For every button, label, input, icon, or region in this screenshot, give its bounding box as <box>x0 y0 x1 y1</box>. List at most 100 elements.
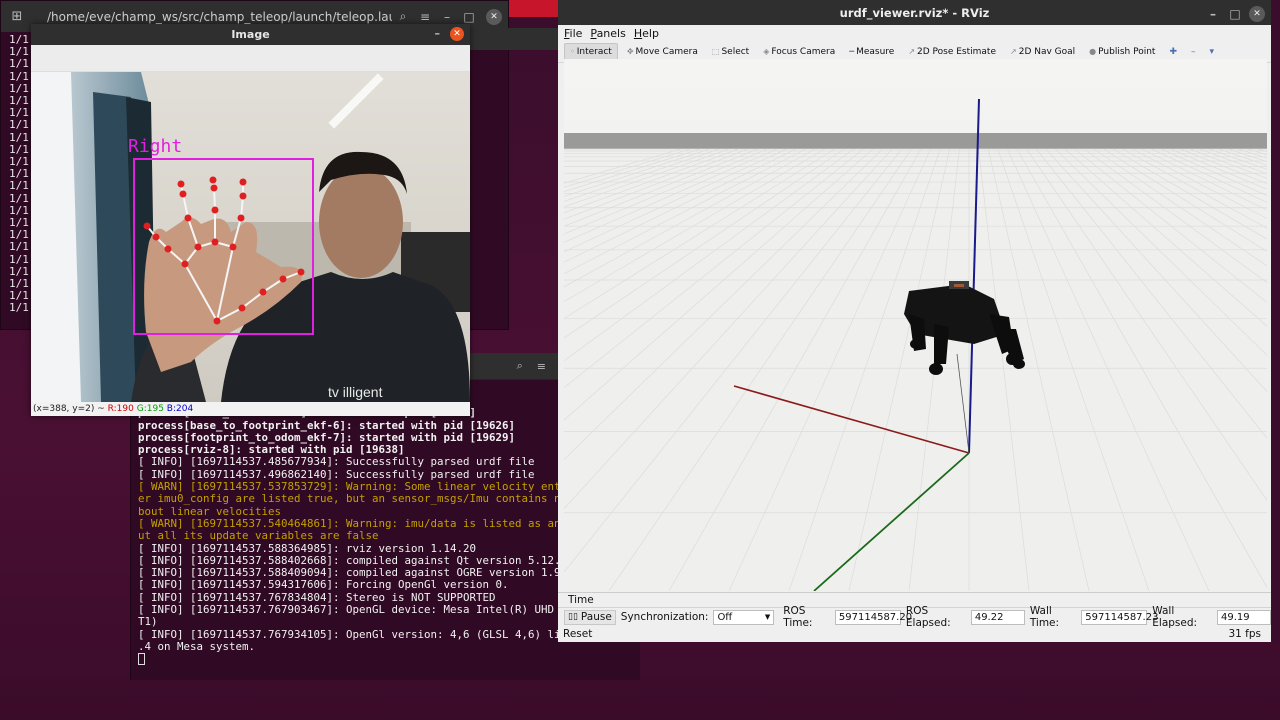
hand-landmark <box>184 214 192 222</box>
close-icon[interactable]: ✕ <box>1249 6 1265 22</box>
desktop-edge <box>1271 0 1280 642</box>
tool-label: Interact <box>576 46 612 57</box>
pixel-red: R:190 <box>107 404 134 414</box>
minus-icon[interactable]: – <box>1186 44 1201 60</box>
hand-landmark <box>143 222 151 230</box>
camera-frame: tv illigent Right <box>31 72 470 402</box>
new-tab-icon[interactable]: ⊞ <box>7 7 27 27</box>
hand-landmark <box>239 178 247 186</box>
tool-icon: ⬚ <box>711 47 720 56</box>
pixel-coords: (x=388, y=2) ~ <box>33 404 105 414</box>
hand-landmark <box>297 268 305 276</box>
camera-image: tv illigent Right <box>31 72 470 402</box>
3d-scene <box>564 59 1267 591</box>
tool-icon: ◈ <box>763 47 770 56</box>
ros-elapsed-label: ROS Elapsed: <box>905 605 951 629</box>
menu-bar: File Panels Help <box>558 25 1271 41</box>
pixel-green: G:195 <box>136 404 164 414</box>
wall-time-label: Wall Time: <box>1029 605 1060 629</box>
hand-landmark <box>211 206 219 214</box>
add-tool-icon[interactable]: ▾ <box>1205 44 1220 60</box>
hand-landmark <box>179 190 187 198</box>
close-icon[interactable]: ✕ <box>450 27 464 41</box>
terminal-cursor <box>138 653 145 666</box>
tool-label: 2D Pose Estimate <box>917 46 997 57</box>
ros-time-label: ROS Time: <box>783 605 813 629</box>
menu-panels[interactable]: Panels <box>590 27 625 40</box>
search-icon[interactable]: ⌕ <box>517 359 523 373</box>
pause-icon: ▯▯ <box>568 612 578 622</box>
tool-icon: ↗ <box>1010 47 1017 56</box>
background-window-strip <box>509 0 558 17</box>
menu-icon[interactable]: ≡ <box>537 360 546 373</box>
hand-landmark <box>177 180 185 188</box>
hand-landmark <box>181 260 189 268</box>
wall-elapsed-field[interactable]: 49.19 <box>1217 609 1271 625</box>
terminal-line: 1/1 <box>9 130 29 144</box>
tool-icon: ✥ <box>626 47 634 56</box>
tool-select[interactable]: ⬚ Select <box>707 44 754 60</box>
window-title: Image <box>231 28 270 41</box>
minimize-icon[interactable]: – <box>1205 3 1221 25</box>
minimize-icon[interactable]: – <box>435 27 441 40</box>
hand-landmark <box>238 304 246 312</box>
ros-elapsed-field[interactable]: 49.22 <box>970 609 1025 625</box>
3d-viewport[interactable] <box>564 59 1267 591</box>
menu-help[interactable]: Help <box>634 27 659 40</box>
terminal-line: 1/1 <box>9 57 29 71</box>
menu-file[interactable]: File <box>564 27 582 40</box>
hand-landmark <box>279 275 287 283</box>
time-panel: Time ▯▯ Pause Synchronization: Off ▼ ROS… <box>558 592 1271 642</box>
tool-2d-nav-goal[interactable]: ↗ 2D Nav Goal <box>1005 44 1080 60</box>
terminal-line: 1/1 <box>9 301 29 315</box>
tool-label: Select <box>721 46 750 57</box>
tool-icon: ━ <box>849 47 855 56</box>
tool-interact[interactable]: ◦ Interact <box>564 42 618 61</box>
terminal-output: 1/1 1/1 1/1 1/1 1/1 1/1 1/1 1/1 1/1 1/1 1/1 1/1 1/1 1… <box>9 33 29 315</box>
terminal2-titlebar[interactable]: ⌕ ≡ <box>470 353 558 379</box>
terminal-line: 1/1 <box>9 191 29 205</box>
hand-label: Right <box>128 136 182 157</box>
tool-label: Measure <box>856 46 895 57</box>
terminal-line: 1/1 <box>9 69 29 83</box>
hand-landmark <box>209 176 217 184</box>
tool-measure[interactable]: ━ Measure <box>844 44 899 60</box>
hand-landmark <box>210 184 218 192</box>
sync-select[interactable]: Off ▼ <box>713 609 775 625</box>
image-toolbar <box>31 45 470 72</box>
fps-counter: 31 fps <box>1228 628 1261 640</box>
pixel-blue: B:204 <box>166 404 194 414</box>
tool-label: 2D Nav Goal <box>1018 46 1076 57</box>
terminal-line: 1/1 <box>9 179 29 193</box>
rviz-titlebar[interactable]: urdf_viewer.rviz* - RViz – □ ✕ <box>558 0 1271 25</box>
terminal-line: 1/1 <box>9 240 29 254</box>
wall-elapsed-label: Wall Elapsed: <box>1152 605 1198 629</box>
tool-2d-pose-estimate[interactable]: ↗ 2D Pose Estimate <box>903 44 1001 60</box>
reset-button[interactable]: Reset <box>563 628 592 640</box>
terminal-line: .4 on Mesa system. <box>138 639 256 653</box>
image-window[interactable]: Image – ✕ tv illigent Right (x=388, y=2)… <box>31 24 470 416</box>
close-icon[interactable]: ✕ <box>486 8 502 25</box>
chevron-down-icon: ▼ <box>764 613 771 621</box>
terminal2-titlebar-partial <box>470 28 558 50</box>
tool-focus-camera[interactable]: ◈ Focus Camera <box>758 44 840 60</box>
hand-landmark <box>213 317 221 325</box>
hand-landmark <box>239 192 247 200</box>
tool-icon: ↗ <box>908 47 916 56</box>
tool-publish-point[interactable]: ● Publish Point <box>1084 44 1160 60</box>
tool-move-camera[interactable]: ✥ Move Camera <box>622 44 703 60</box>
hand-landmark <box>211 238 219 246</box>
rviz-window[interactable]: urdf_viewer.rviz* - RViz – □ ✕ File Panel… <box>558 0 1271 642</box>
pause-button[interactable]: ▯▯ Pause <box>564 609 616 625</box>
sync-value: Off <box>717 611 733 623</box>
hand-landmark <box>194 243 202 251</box>
ros-time-field[interactable]: 597114587.20 <box>834 609 912 625</box>
maximize-icon[interactable]: □ <box>1227 3 1243 25</box>
tool-icon: ◦ <box>570 47 575 56</box>
wall-time-field[interactable]: 597114587.23 <box>1081 609 1158 625</box>
hand-landmark <box>164 245 172 253</box>
pause-label: Pause <box>580 611 612 623</box>
image-window-titlebar[interactable]: Image – ✕ <box>31 24 470 45</box>
plus-icon[interactable]: ✚ <box>1164 44 1182 60</box>
window-title: urdf_viewer.rviz* - RViz <box>839 5 990 20</box>
